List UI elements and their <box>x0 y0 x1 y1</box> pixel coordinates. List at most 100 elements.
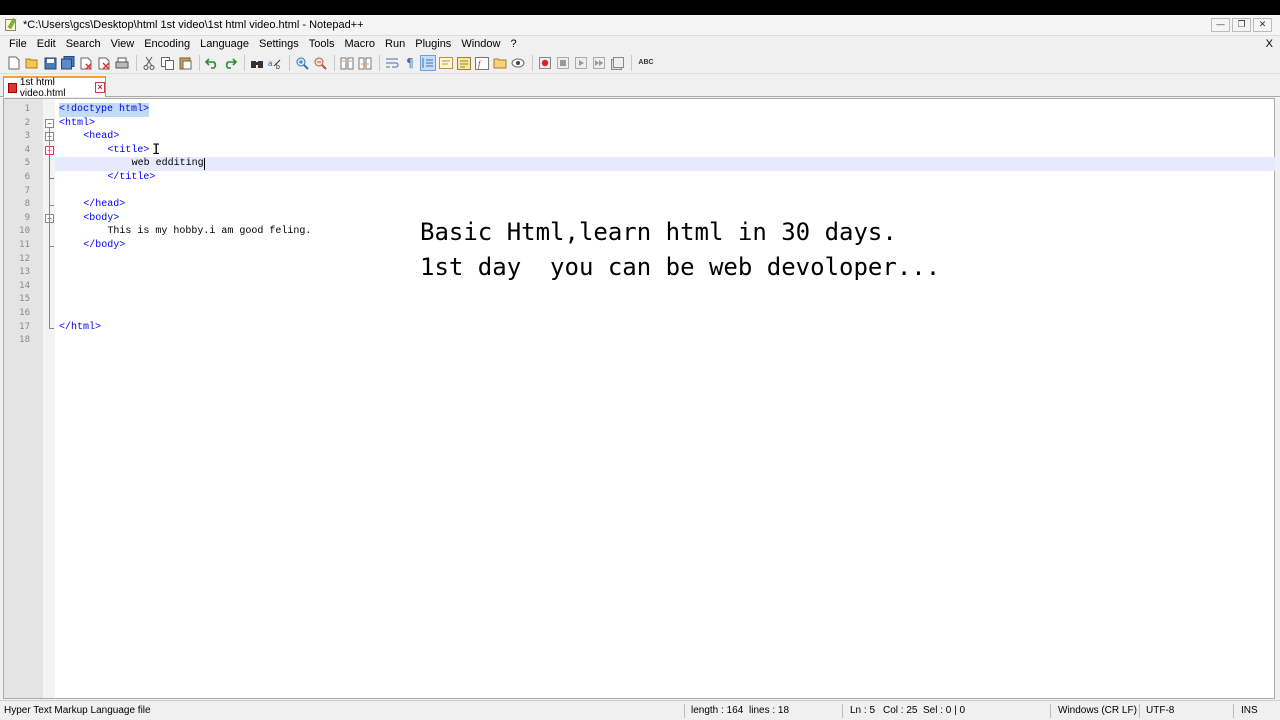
zoom-out-icon[interactable] <box>312 55 328 71</box>
show-all-characters-icon[interactable]: ¶ <box>402 55 418 71</box>
monitoring-icon[interactable] <box>510 55 526 71</box>
user-language-icon[interactable] <box>438 55 454 71</box>
paste-icon[interactable] <box>177 55 193 71</box>
text-caret <box>204 158 206 171</box>
toolbar-separator <box>631 55 632 71</box>
restore-icon[interactable]: ❐ <box>1232 18 1251 32</box>
notepad-plus-plus-icon <box>4 17 18 32</box>
caption-line-1: Basic Html,learn html in 30 days. <box>420 218 897 246</box>
line-number: 10 <box>19 226 30 237</box>
line-number: 5 <box>24 158 30 169</box>
folder-as-workspace-icon[interactable] <box>492 55 508 71</box>
close-window-icon[interactable]: ✕ <box>1253 18 1272 32</box>
window-title: *C:\Users\gcs\Desktop\html 1st video\1st… <box>23 19 364 31</box>
line-number: 12 <box>19 253 30 264</box>
menu-window[interactable]: Window <box>456 36 505 53</box>
status-file-type: Hyper Text Markup Language file <box>4 705 151 716</box>
code-line[interactable] <box>55 293 1275 307</box>
sync-vertical-icon[interactable] <box>339 55 355 71</box>
stop-recording-icon[interactable] <box>555 55 571 71</box>
code-line[interactable]: <!doctype html> <box>55 103 1275 117</box>
code-area[interactable]: <!doctype html> <html> <head> <title> web ed… <box>55 99 1275 698</box>
line-number: 13 <box>19 267 30 278</box>
function-list-icon[interactable]: f <box>474 55 490 71</box>
run-macro-multiple-icon[interactable] <box>591 55 607 71</box>
code-line[interactable] <box>55 307 1275 321</box>
menu-encoding[interactable]: Encoding <box>139 36 195 53</box>
open-file-icon[interactable] <box>24 55 40 71</box>
code-line[interactable]: </head> <box>55 198 1275 212</box>
code-line[interactable] <box>55 185 1275 199</box>
close-all-icon[interactable] <box>96 55 112 71</box>
unsaved-file-icon <box>8 82 17 93</box>
menu-edit[interactable]: Edit <box>32 36 61 53</box>
sync-horizontal-icon[interactable] <box>357 55 373 71</box>
code-line[interactable]: <title> <box>55 144 1275 158</box>
fold-guide <box>49 154 50 178</box>
save-icon[interactable] <box>42 55 58 71</box>
status-eol: Windows (CR LF) <box>1058 705 1137 716</box>
new-file-icon[interactable] <box>6 55 22 71</box>
replace-icon[interactable]: ab <box>267 55 283 71</box>
menu-plugins[interactable]: Plugins <box>410 36 456 53</box>
tab-bar: 1st html video.html × <box>0 74 1280 99</box>
code-line-text: <body> <box>83 212 120 224</box>
status-encoding: UTF-8 <box>1146 705 1175 716</box>
redo-icon[interactable] <box>222 55 238 71</box>
code-line[interactable]: <head> <box>55 130 1275 144</box>
menu-tools[interactable]: Tools <box>304 36 340 53</box>
status-divider <box>1233 704 1234 718</box>
playback-macro-icon[interactable] <box>573 55 589 71</box>
video-caption-overlay: Basic Html,learn html in 30 days. 1st day… <box>420 215 940 285</box>
code-line-text: <head> <box>83 131 120 143</box>
code-line[interactable]: web edditing <box>55 157 1275 171</box>
print-icon[interactable] <box>114 55 130 71</box>
code-line-text: web edditing <box>131 158 204 170</box>
code-line-text: </html> <box>59 321 102 333</box>
code-line[interactable]: </title> <box>55 171 1275 185</box>
menu-settings[interactable]: Settings <box>254 36 304 53</box>
document-map-icon[interactable] <box>456 55 472 71</box>
tab-close-icon[interactable]: × <box>95 82 106 93</box>
line-number: 1 <box>24 104 30 114</box>
find-icon[interactable] <box>249 55 265 71</box>
line-number: 11 <box>19 240 30 250</box>
menu-view[interactable]: View <box>106 36 140 53</box>
code-line-text: <title> <box>107 144 150 156</box>
line-number: 8 <box>24 199 30 210</box>
code-line[interactable]: <html> <box>55 117 1275 131</box>
editor[interactable]: 123456789101112131415161718 −−−− <!docty… <box>3 98 1275 699</box>
menu-language[interactable]: Language <box>195 36 254 53</box>
menu-run[interactable]: Run <box>380 36 410 53</box>
tab-1st-html-video[interactable]: 1st html video.html × <box>3 76 106 99</box>
menu-help[interactable]: ? <box>505 36 521 53</box>
status-insert-mode: INS <box>1241 705 1258 716</box>
code-line-text: <html> <box>59 117 96 129</box>
code-line-text: </head> <box>83 199 126 211</box>
menu-search[interactable]: Search <box>61 36 106 53</box>
menu-macro[interactable]: Macro <box>339 36 380 53</box>
spell-check-icon[interactable]: ABC <box>636 55 656 71</box>
copy-icon[interactable] <box>159 55 175 71</box>
fold-end-marker <box>49 327 54 329</box>
close-document-button[interactable]: X <box>1266 36 1273 53</box>
save-all-icon[interactable] <box>60 55 76 71</box>
fold-end-marker <box>49 178 54 179</box>
cut-icon[interactable] <box>141 55 157 71</box>
code-line[interactable] <box>55 334 1275 348</box>
close-icon[interactable] <box>78 55 94 71</box>
fold-toggle-icon[interactable]: − <box>45 118 54 128</box>
record-macro-icon[interactable] <box>537 55 553 71</box>
word-wrap-icon[interactable] <box>384 55 400 71</box>
undo-icon[interactable] <box>204 55 220 71</box>
minimize-icon[interactable]: — <box>1211 18 1230 32</box>
mouse-ibeam-cursor: I <box>152 141 161 158</box>
toolbar-separator <box>136 55 137 71</box>
menu-file[interactable]: File <box>4 36 32 53</box>
code-line-text: This is my hobby.i am good feling. <box>107 226 312 238</box>
zoom-in-icon[interactable] <box>294 55 310 71</box>
save-macro-icon[interactable] <box>609 55 625 71</box>
indent-guide-icon[interactable] <box>420 55 436 71</box>
code-line[interactable]: </html> <box>55 321 1275 335</box>
status-line-number: Ln : 5 <box>850 705 876 716</box>
